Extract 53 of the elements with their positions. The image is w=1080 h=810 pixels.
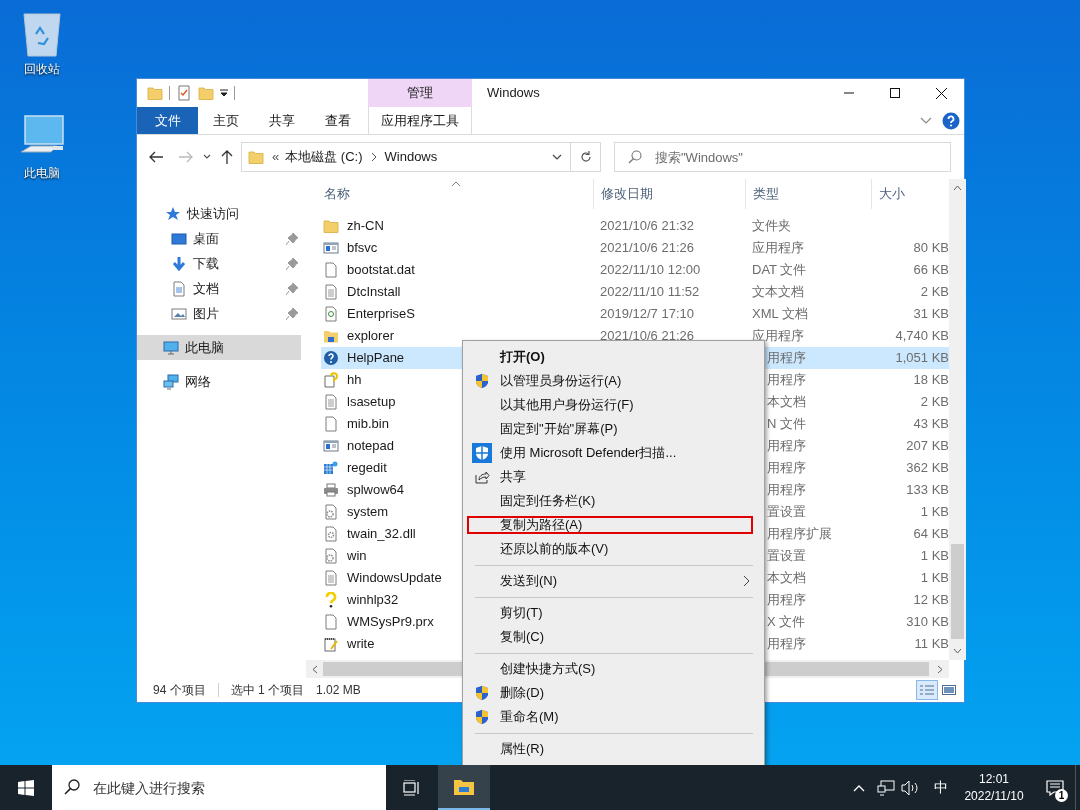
modified-date: 2022/11/10 12:00 <box>600 262 701 278</box>
file-size: 18 KB <box>913 372 949 388</box>
file-type: XML 文档 <box>752 306 808 322</box>
file-size: 31 KB <box>913 306 949 322</box>
file-size: 1,051 KB <box>895 350 949 366</box>
file-size: 2 KB <box>920 394 949 410</box>
file-type: 文件夹 <box>752 218 791 234</box>
file-size: 80 KB <box>913 240 949 256</box>
file-type: 用程序 <box>767 482 806 498</box>
file-size: 12 KB <box>913 592 949 608</box>
modified-date: 2019/12/7 17:10 <box>600 306 694 322</box>
file-type: 用程序 <box>767 350 806 366</box>
file-type: 本文档 <box>767 394 806 410</box>
file-size: 133 KB <box>906 482 949 498</box>
file-size: 1 KB <box>920 548 949 564</box>
selection-size: 1.02 MB <box>316 682 361 699</box>
modified-date: 2022/11/10 11:52 <box>600 284 700 300</box>
file-type: N 文件 <box>767 416 806 432</box>
item-count: 94 个项目 <box>153 682 206 699</box>
clock-time: 12:01 <box>979 770 1009 788</box>
file-size: 66 KB <box>913 262 949 278</box>
file-size: 4,740 KB <box>895 328 949 344</box>
contextual-group-header: 管理 <box>368 79 472 107</box>
file-size: 43 KB <box>913 416 949 432</box>
file-type: 用程序扩展 <box>767 526 832 542</box>
file-type: 应用程序 <box>752 240 804 256</box>
modified-date: 2021/10/6 21:26 <box>600 240 694 256</box>
file-type: 用程序 <box>767 438 806 454</box>
file-type: DAT 文件 <box>752 262 807 278</box>
notification-count-badge: 1 <box>1055 789 1068 802</box>
file-type: 置设置 <box>767 504 806 520</box>
file-type: X 文件 <box>767 614 806 630</box>
file-type: 用程序 <box>767 592 806 608</box>
clock-date: 2022/11/10 <box>964 787 1024 805</box>
modified-date: 2021/10/6 21:32 <box>600 218 694 234</box>
file-type: 用程序 <box>767 636 806 652</box>
file-size: 1 KB <box>920 504 949 520</box>
file-type: 应用程序 <box>752 328 804 344</box>
file-type: 用程序 <box>767 372 806 388</box>
file-size: 310 KB <box>906 614 949 630</box>
file-size: 207 KB <box>906 438 949 454</box>
file-size: 1 KB <box>920 570 949 586</box>
selection-count: 选中 1 个项目 <box>230 682 305 699</box>
window-title: Windows <box>486 84 541 103</box>
file-size: 64 KB <box>913 526 949 542</box>
file-type: 用程序 <box>767 460 806 476</box>
file-size: 362 KB <box>906 460 949 476</box>
file-type: 置设置 <box>767 548 806 564</box>
file-size: 11 KB <box>914 636 949 652</box>
file-size: 2 KB <box>920 284 949 300</box>
file-type: 文本文档 <box>752 284 804 300</box>
file-type: 本文档 <box>767 570 806 586</box>
modified-date: 2021/10/6 21:26 <box>600 328 694 344</box>
